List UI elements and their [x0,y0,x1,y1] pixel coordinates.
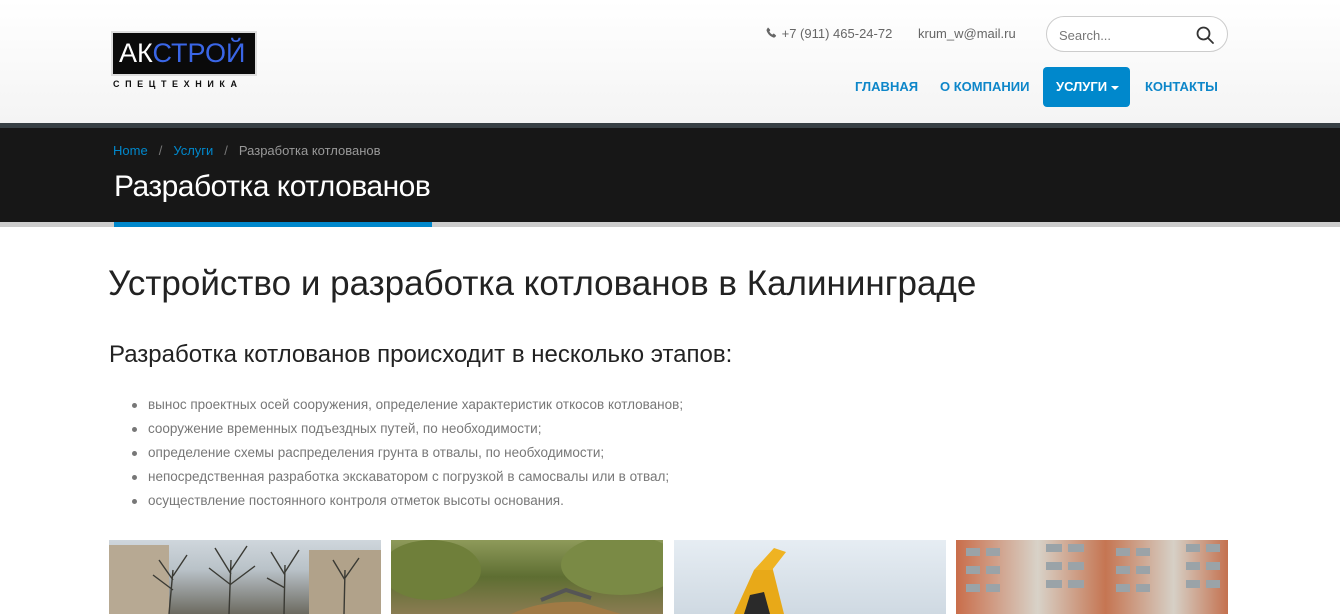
gallery-photo-buildings[interactable] [956,540,1228,614]
list-item: вынос проектных осей сооружения, определ… [132,393,683,417]
list-item: осуществление постоянного контроля отмет… [132,489,683,513]
breadcrumb: Home / Услуги / Разработка котлованов [113,143,381,158]
list-item: определение схемы распределения грунта в… [132,441,683,465]
gallery-photo-excavation[interactable] [391,540,663,614]
gallery-photo-excavator[interactable] [674,540,946,614]
phone-number: +7 (911) 465-24-72 [781,26,893,41]
breadcrumb-home[interactable]: Home [113,143,148,158]
logo-box: АКСТРОЙ [111,31,257,76]
content-subheading: Разработка котлованов происходит в неско… [109,341,733,368]
phone-icon [766,27,778,41]
list-item: непосредственная разработка экскаватором… [132,465,683,489]
logo-text-ak: АК [119,38,153,68]
page-title: Разработка котлованов [114,170,431,203]
breadcrumb-separator: / [224,143,228,158]
breadcrumb-separator: / [158,143,163,158]
site-header: АКСТРОЙ СПЕЦТЕХНИКА +7 (911) 465-24-72 k… [0,0,1340,123]
nav-about[interactable]: О КОМПАНИИ [940,67,1029,107]
logo-subtitle: СПЕЦТЕХНИКА [113,79,243,89]
search-box [1046,16,1228,52]
nav-services[interactable]: УСЛУГИ [1043,67,1130,107]
nav-services-label: УСЛУГИ [1056,79,1108,94]
list-item: сооружение временных подъездных путей, п… [132,417,683,441]
breadcrumb-current: Разработка котлованов [238,143,381,158]
content-heading: Устройство и разработка котлованов в Кал… [108,264,977,303]
logo[interactable]: АКСТРОЙ СПЕЦТЕХНИКА [111,31,257,91]
title-bar-accent [114,222,432,227]
header-email[interactable]: krum_w@mail.ru [918,26,1016,41]
nav-contacts[interactable]: КОНТАКТЫ [1145,67,1218,107]
nav-home[interactable]: ГЛАВНАЯ [855,67,918,107]
logo-text-stroy: СТРОЙ [152,38,246,68]
chevron-down-icon [1111,85,1120,90]
breadcrumb-services[interactable]: Услуги [173,143,213,158]
gallery-photo-trees[interactable] [109,540,381,614]
steps-list: вынос проектных осей сооружения, определ… [132,393,683,513]
search-input[interactable] [1059,25,1189,45]
header-phone[interactable]: +7 (911) 465-24-72 [766,26,892,41]
search-icon[interactable] [1195,25,1215,45]
